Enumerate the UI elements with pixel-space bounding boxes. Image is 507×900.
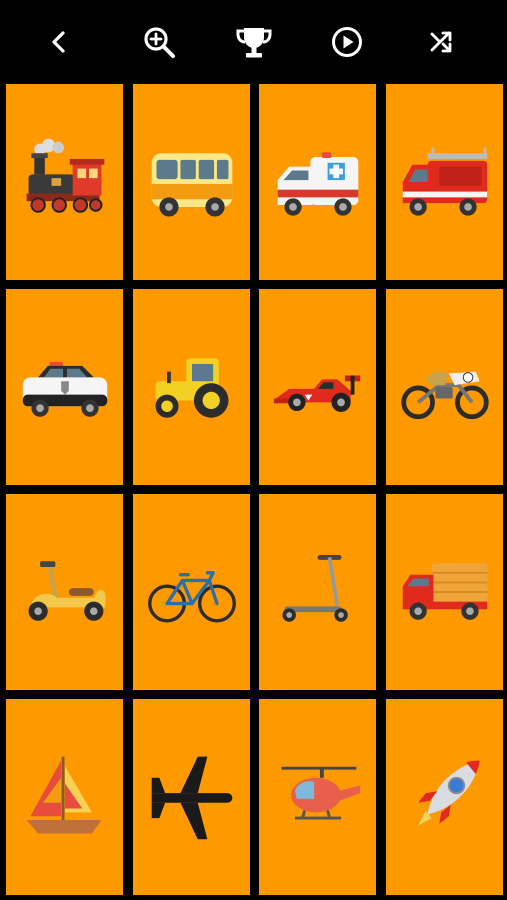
tile-sailboat[interactable] (6, 699, 123, 895)
play-button[interactable] (325, 20, 369, 64)
locomotive-icon (26, 138, 104, 213)
scooter-icon (28, 561, 105, 621)
tile-fire-truck[interactable] (386, 84, 503, 280)
tractor-icon (155, 358, 228, 418)
tile-scooter[interactable] (6, 494, 123, 690)
tile-airplane[interactable] (133, 699, 250, 895)
helicopter-icon (281, 766, 360, 820)
tile-helicopter[interactable] (259, 699, 376, 895)
trophy-icon (236, 28, 272, 58)
airplane-icon (151, 756, 232, 840)
tile-tractor[interactable] (133, 289, 250, 485)
delivery-truck-icon (402, 563, 487, 620)
trophy-button[interactable] (232, 20, 276, 64)
tile-kick-scooter[interactable] (259, 494, 376, 690)
zoom-in-icon (144, 27, 175, 58)
kick-scooter-icon (281, 555, 348, 622)
bicycle-icon (147, 571, 236, 623)
tile-ambulance[interactable] (259, 84, 376, 280)
race-car-icon (273, 375, 360, 412)
shuffle-icon (430, 31, 452, 53)
vehicle-grid (0, 82, 507, 900)
tile-motorcycle[interactable] (386, 289, 503, 485)
chevron-left-icon (52, 31, 65, 53)
tile-locomotive[interactable] (6, 84, 123, 280)
bus-icon (151, 153, 232, 217)
tile-delivery-truck[interactable] (386, 494, 503, 690)
tile-race-car[interactable] (259, 289, 376, 485)
tile-police-car[interactable] (6, 289, 123, 485)
police-car-icon (22, 362, 107, 417)
tile-bus[interactable] (133, 84, 250, 280)
tile-rocket[interactable] (386, 699, 503, 895)
toolbar (0, 0, 507, 82)
rocket-icon (413, 760, 480, 830)
motorcycle-icon (400, 371, 489, 420)
back-button[interactable] (37, 20, 81, 64)
sailboat-icon (26, 756, 101, 834)
tile-bicycle[interactable] (133, 494, 250, 690)
ambulance-icon (277, 152, 358, 216)
play-circle-icon (332, 27, 362, 57)
fire-truck-icon (402, 147, 487, 216)
shuffle-button[interactable] (420, 20, 464, 64)
zoom-button[interactable] (137, 20, 181, 64)
